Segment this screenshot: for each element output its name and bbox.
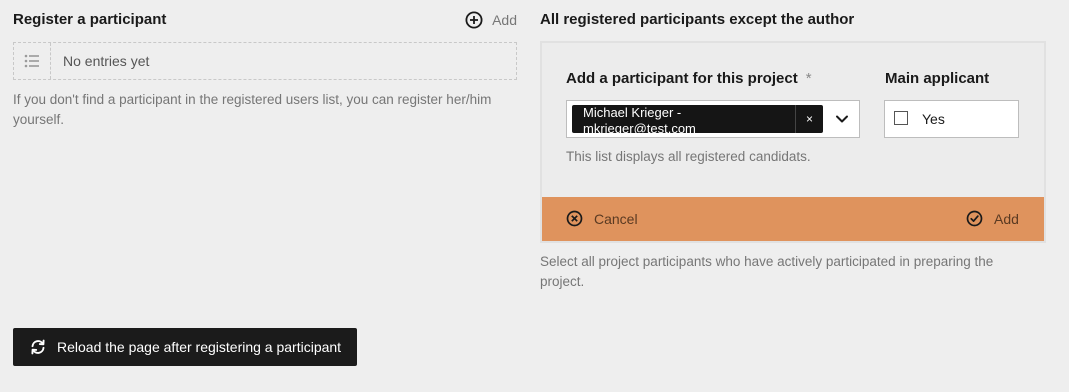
main-applicant-field: Yes: [884, 100, 1019, 138]
cancel-label: Cancel: [594, 210, 638, 227]
add-link-label: Add: [492, 12, 517, 28]
reload-button-label: Reload the page after registering a part…: [57, 339, 342, 355]
register-hint: If you don't find a participant in the r…: [13, 92, 492, 127]
add-button[interactable]: Add: [966, 210, 1019, 227]
selected-participant-chip: Michael Krieger - mkrieger@test.com ×: [572, 105, 823, 133]
close-icon[interactable]: ×: [796, 105, 823, 133]
main-applicant-label: Main applicant: [885, 70, 990, 87]
chip-name: Michael Krieger -: [583, 105, 682, 120]
register-participant-title: Register a participant: [13, 11, 167, 28]
entries-list: No entries yet: [13, 42, 517, 80]
participants-hint: Select all project participants who have…: [540, 254, 994, 289]
chip-email: mkrieger@test.com: [583, 121, 696, 133]
chevron-down-icon[interactable]: [835, 112, 849, 126]
page: Register a participant Add No entries ye…: [0, 0, 1069, 392]
register-participant-header: Register a participant Add: [13, 11, 517, 31]
main-applicant-checkbox[interactable]: [894, 111, 908, 125]
participant-label-text: Add a participant for this project: [566, 70, 798, 87]
required-marker: *: [805, 70, 812, 87]
form-body: Add a participant for this project * Main…: [542, 43, 1044, 197]
list-icon: [14, 43, 51, 79]
check-circle-icon: [966, 210, 983, 227]
participants-section-title: All registered participants except the a…: [540, 11, 855, 28]
form-footer: Cancel Add: [542, 197, 1044, 241]
participant-field-label: Add a participant for this project *: [566, 70, 812, 87]
add-participant-form: Add a participant for this project * Main…: [540, 41, 1046, 243]
checkbox-label: Yes: [922, 111, 945, 127]
add-participant-link[interactable]: Add: [465, 11, 517, 29]
participant-select[interactable]: Michael Krieger - mkrieger@test.com ×: [566, 100, 860, 138]
cancel-circle-icon: [566, 210, 583, 227]
reload-page-button[interactable]: Reload the page after registering a part…: [13, 328, 357, 366]
plus-circle-icon: [465, 11, 483, 29]
cancel-button[interactable]: Cancel: [566, 210, 638, 227]
entries-empty-text: No entries yet: [63, 53, 150, 69]
refresh-icon: [31, 339, 45, 355]
add-label: Add: [994, 210, 1019, 227]
chip-text: Michael Krieger - mkrieger@test.com: [583, 105, 793, 133]
select-hint: This list displays all registered candid…: [566, 149, 811, 164]
